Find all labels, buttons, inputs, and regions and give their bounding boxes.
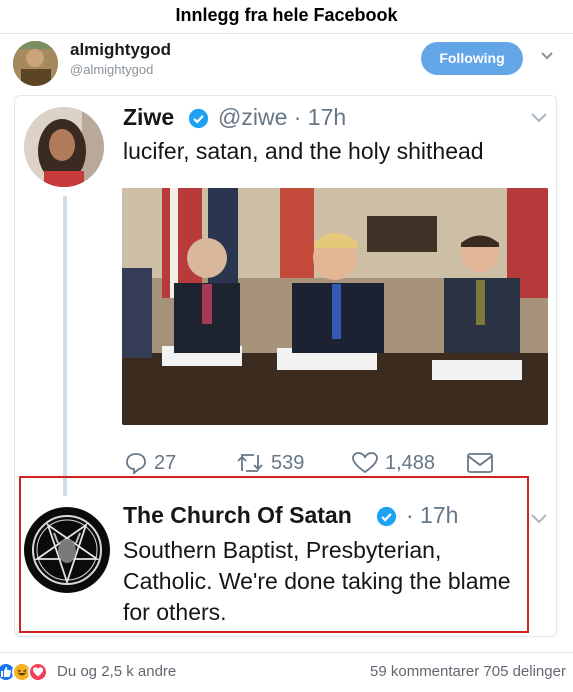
retweet-count: 539	[271, 451, 305, 474]
retweet-icon	[237, 454, 263, 472]
reactions-count[interactable]: Du og 2,5 k andre	[57, 663, 176, 680]
account-name[interactable]: almightygod	[70, 40, 171, 60]
thread-line	[63, 196, 67, 496]
tweet-author-name[interactable]: The Church Of Satan	[123, 502, 352, 529]
retweet-button[interactable]: 539	[235, 450, 304, 476]
reply-count: 27	[154, 451, 177, 474]
like-button[interactable]: 1,488	[351, 450, 435, 476]
tweet-timestamp[interactable]: · 17h	[406, 502, 458, 529]
following-button[interactable]: Following	[421, 42, 523, 75]
tweet-photo[interactable]	[122, 188, 548, 425]
direct-message-button[interactable]	[466, 450, 500, 476]
tweet-text: lucifer, satan, and the holy shithead	[123, 138, 484, 164]
chevron-down-icon[interactable]	[540, 48, 554, 62]
account-handle: @almightygod	[70, 62, 154, 77]
heart-icon	[352, 452, 378, 474]
comments-shares-count[interactable]: 59 kommentarer 705 delinger	[370, 663, 566, 680]
tweet-text: Southern Baptist, Presbyterian, Catholic…	[123, 537, 511, 625]
chevron-down-icon[interactable]	[530, 512, 548, 526]
feed-header: Innlegg fra hele Facebook	[175, 5, 398, 25]
reply-button[interactable]: 27	[124, 450, 176, 476]
footer-divider	[0, 652, 573, 653]
chevron-down-icon[interactable]	[530, 111, 548, 125]
envelope-icon	[467, 453, 493, 473]
avatar[interactable]	[24, 507, 110, 593]
like-count: 1,488	[385, 451, 436, 474]
reactions-summary[interactable]	[0, 661, 48, 683]
avatar[interactable]	[13, 41, 58, 86]
reply-icon	[126, 453, 146, 475]
love-reaction-icon	[28, 662, 48, 682]
verified-badge-icon	[376, 506, 397, 527]
tweet-author-name[interactable]: Ziwe	[123, 104, 174, 131]
verified-badge-icon	[188, 108, 209, 129]
header-divider	[0, 33, 573, 34]
avatar[interactable]	[24, 107, 104, 187]
tweet-handle-time[interactable]: @ziwe · 17h	[218, 104, 346, 131]
